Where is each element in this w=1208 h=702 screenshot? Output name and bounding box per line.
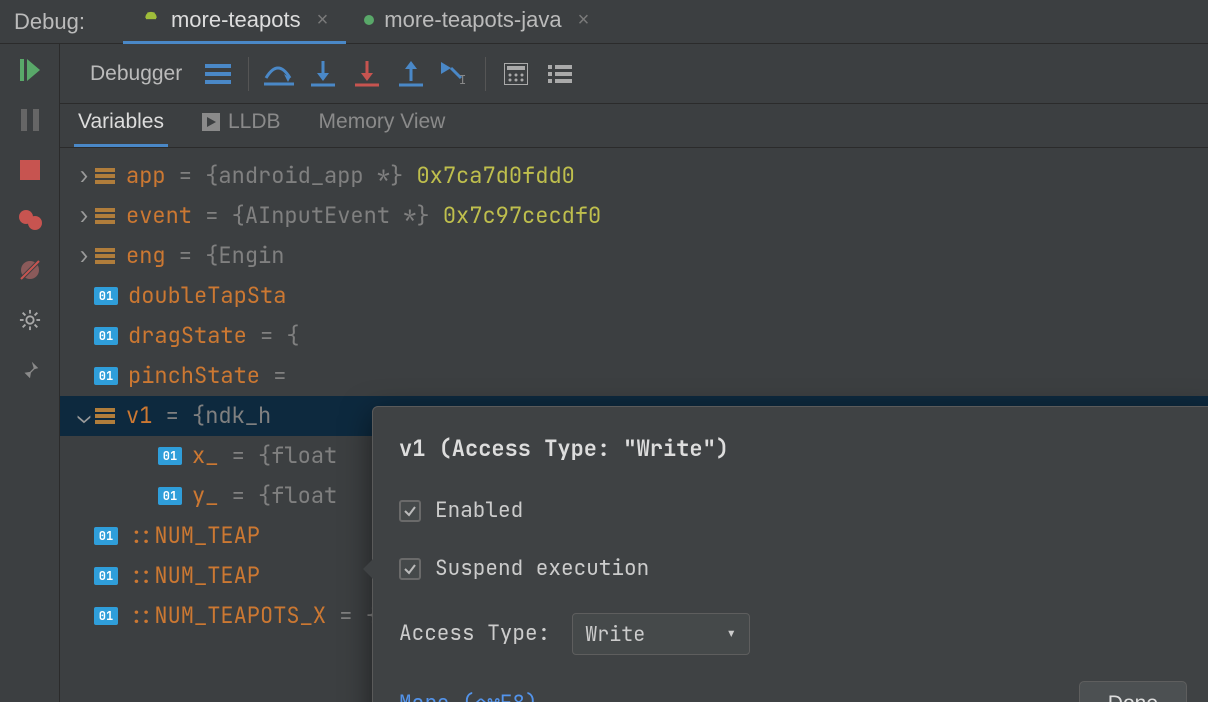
chevron-right-icon[interactable]: › <box>74 236 94 276</box>
debug-gutter <box>0 44 60 702</box>
debug-title: Debug: <box>14 9 85 35</box>
trace-icon[interactable] <box>538 52 582 96</box>
subtab-memory-view[interactable]: Memory View <box>315 102 450 147</box>
var-row[interactable]: › eng = {Engin <box>60 236 1208 276</box>
force-step-into-icon[interactable] <box>345 52 389 96</box>
suspend-checkbox[interactable] <box>399 558 421 580</box>
primitive-icon: 01 <box>94 327 118 345</box>
breakpoints-icon[interactable] <box>18 208 42 232</box>
play-icon <box>202 113 220 131</box>
close-icon[interactable]: × <box>578 9 590 32</box>
primitive-icon: 01 <box>94 287 118 305</box>
svg-text:I: I <box>459 73 466 86</box>
run-to-cursor-icon[interactable]: I <box>433 52 477 96</box>
var-row[interactable]: › 01 doubleTapSta <box>60 276 1208 316</box>
variables-panel[interactable]: › app = {android_app *} 0x7ca7d0fdd0 › e… <box>60 148 1208 702</box>
enabled-label: Enabled <box>435 491 523 531</box>
suspend-label: Suspend execution <box>435 549 649 589</box>
debug-tabbar: Debug: more-teapots × more-teapots-java … <box>0 0 1208 44</box>
step-over-icon[interactable] <box>257 52 301 96</box>
chevron-down-icon[interactable]: ⌄ <box>74 396 94 436</box>
step-into-icon[interactable] <box>301 52 345 96</box>
primitive-icon: 01 <box>94 527 118 545</box>
var-row[interactable]: › app = {android_app *} 0x7ca7d0fdd0 <box>60 156 1208 196</box>
primitive-icon: 01 <box>94 607 118 625</box>
access-type-select[interactable]: Write ▾ <box>572 613 750 655</box>
chevron-right-icon[interactable]: › <box>74 196 94 236</box>
primitive-icon: 01 <box>158 487 182 505</box>
tab-more-teapots[interactable]: more-teapots × <box>123 0 346 44</box>
android-icon <box>141 10 161 30</box>
struct-icon <box>94 407 116 425</box>
debugger-label[interactable]: Debugger <box>76 54 196 94</box>
pause-icon[interactable] <box>18 108 42 132</box>
evaluate-icon[interactable] <box>494 52 538 96</box>
resume-icon[interactable] <box>18 58 42 82</box>
subtab-variables[interactable]: Variables <box>74 102 168 147</box>
debugger-subtabs: Variables LLDB Memory View <box>60 104 1208 148</box>
var-row[interactable]: › 01 dragState = { <box>60 316 1208 356</box>
popup-pointer <box>363 557 375 581</box>
primitive-icon: 01 <box>94 367 118 385</box>
subtab-lldb[interactable]: LLDB <box>198 102 285 147</box>
chevron-down-icon: ▾ <box>725 614 737 654</box>
done-button[interactable]: Done <box>1079 681 1187 702</box>
tab-more-teapots-java[interactable]: more-teapots-java × <box>346 0 607 44</box>
var-row[interactable]: › 01 pinchState = <box>60 356 1208 396</box>
more-link[interactable]: More (⇧⌘F8) <box>399 684 538 702</box>
enabled-checkbox[interactable] <box>399 500 421 522</box>
close-icon[interactable]: × <box>317 9 329 32</box>
primitive-icon: 01 <box>94 567 118 585</box>
stop-icon[interactable] <box>18 158 42 182</box>
popup-title: v1 (Access Type: "Write") <box>399 429 1187 469</box>
chevron-right-icon[interactable]: › <box>74 156 94 196</box>
run-dot-icon <box>364 15 374 25</box>
settings-icon[interactable] <box>18 308 42 332</box>
struct-icon <box>94 247 116 265</box>
pin-icon[interactable] <box>18 358 42 382</box>
struct-icon <box>94 207 116 225</box>
access-type-label: Access Type: <box>399 614 550 654</box>
threads-icon[interactable] <box>196 52 240 96</box>
primitive-icon: 01 <box>158 447 182 465</box>
mute-breakpoints-icon[interactable] <box>18 258 42 282</box>
struct-icon <box>94 167 116 185</box>
watchpoint-popup: v1 (Access Type: "Write") Enabled Suspen… <box>372 406 1208 702</box>
step-out-icon[interactable] <box>389 52 433 96</box>
tab-label: more-teapots-java <box>384 7 561 33</box>
var-row[interactable]: › event = {AInputEvent *} 0x7c97cecdf0 <box>60 196 1208 236</box>
tab-label: more-teapots <box>171 7 301 33</box>
debugger-toolbar: Debugger I <box>60 44 1208 104</box>
